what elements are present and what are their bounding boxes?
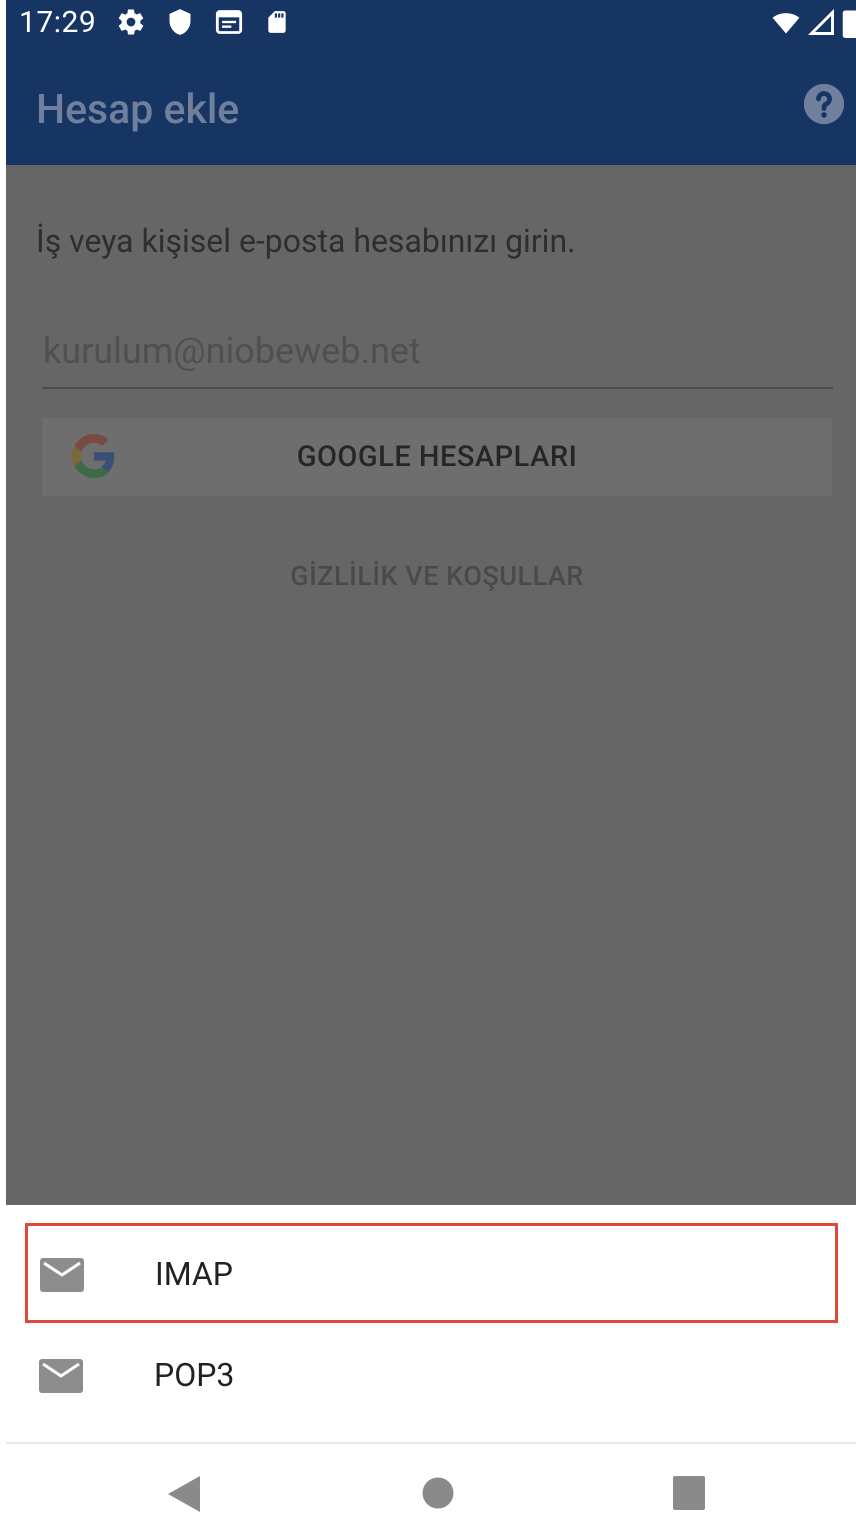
nav-bar bbox=[6, 1444, 856, 1513]
instruction-text: İş veya kişisel e-posta hesabınızı girin… bbox=[36, 222, 576, 260]
page-title: Hesap ekle bbox=[36, 86, 240, 134]
google-logo-icon bbox=[72, 434, 115, 478]
signal-icon bbox=[808, 9, 834, 35]
status-icons-right bbox=[770, 8, 856, 38]
mail-icon bbox=[40, 1258, 84, 1292]
calendar-icon bbox=[215, 10, 243, 34]
status-time: 17:29 bbox=[19, 5, 97, 40]
wifi-icon bbox=[772, 13, 800, 34]
google-accounts-label: GOOGLE HESAPLARI bbox=[296, 440, 578, 474]
home-icon[interactable] bbox=[421, 1476, 455, 1510]
dimmed-content: İş veya kişisel e-posta hesabınızı girin… bbox=[6, 165, 856, 1205]
sheet-item-imap[interactable]: IMAP bbox=[25, 1223, 838, 1323]
back-icon[interactable] bbox=[166, 1474, 202, 1513]
google-accounts-button[interactable]: GOOGLE HESAPLARI bbox=[42, 418, 832, 496]
gear-icon bbox=[118, 9, 144, 35]
sheet-item-label: POP3 bbox=[154, 1356, 235, 1394]
sd-card-icon bbox=[268, 11, 286, 33]
account-type-sheet: IMAP POP3 bbox=[6, 1205, 856, 1442]
phone-screen: 17:29 Hesap ekle İş veya kişisel e-posta… bbox=[6, 0, 856, 1513]
email-field[interactable] bbox=[42, 315, 833, 389]
privacy-terms-link[interactable]: GİZLİLİK VE KOŞULLAR bbox=[6, 560, 856, 592]
status-bar: 17:29 bbox=[6, 0, 856, 44]
help-icon[interactable] bbox=[802, 82, 846, 126]
mail-icon bbox=[39, 1359, 83, 1393]
battery-icon bbox=[842, 10, 856, 38]
recents-icon[interactable] bbox=[673, 1476, 705, 1510]
shield-icon bbox=[169, 9, 191, 35]
app-bar: Hesap ekle bbox=[6, 44, 856, 165]
status-icons-left bbox=[116, 7, 290, 37]
sheet-item-label: IMAP bbox=[155, 1255, 233, 1293]
sheet-item-pop3[interactable]: POP3 bbox=[6, 1326, 856, 1426]
